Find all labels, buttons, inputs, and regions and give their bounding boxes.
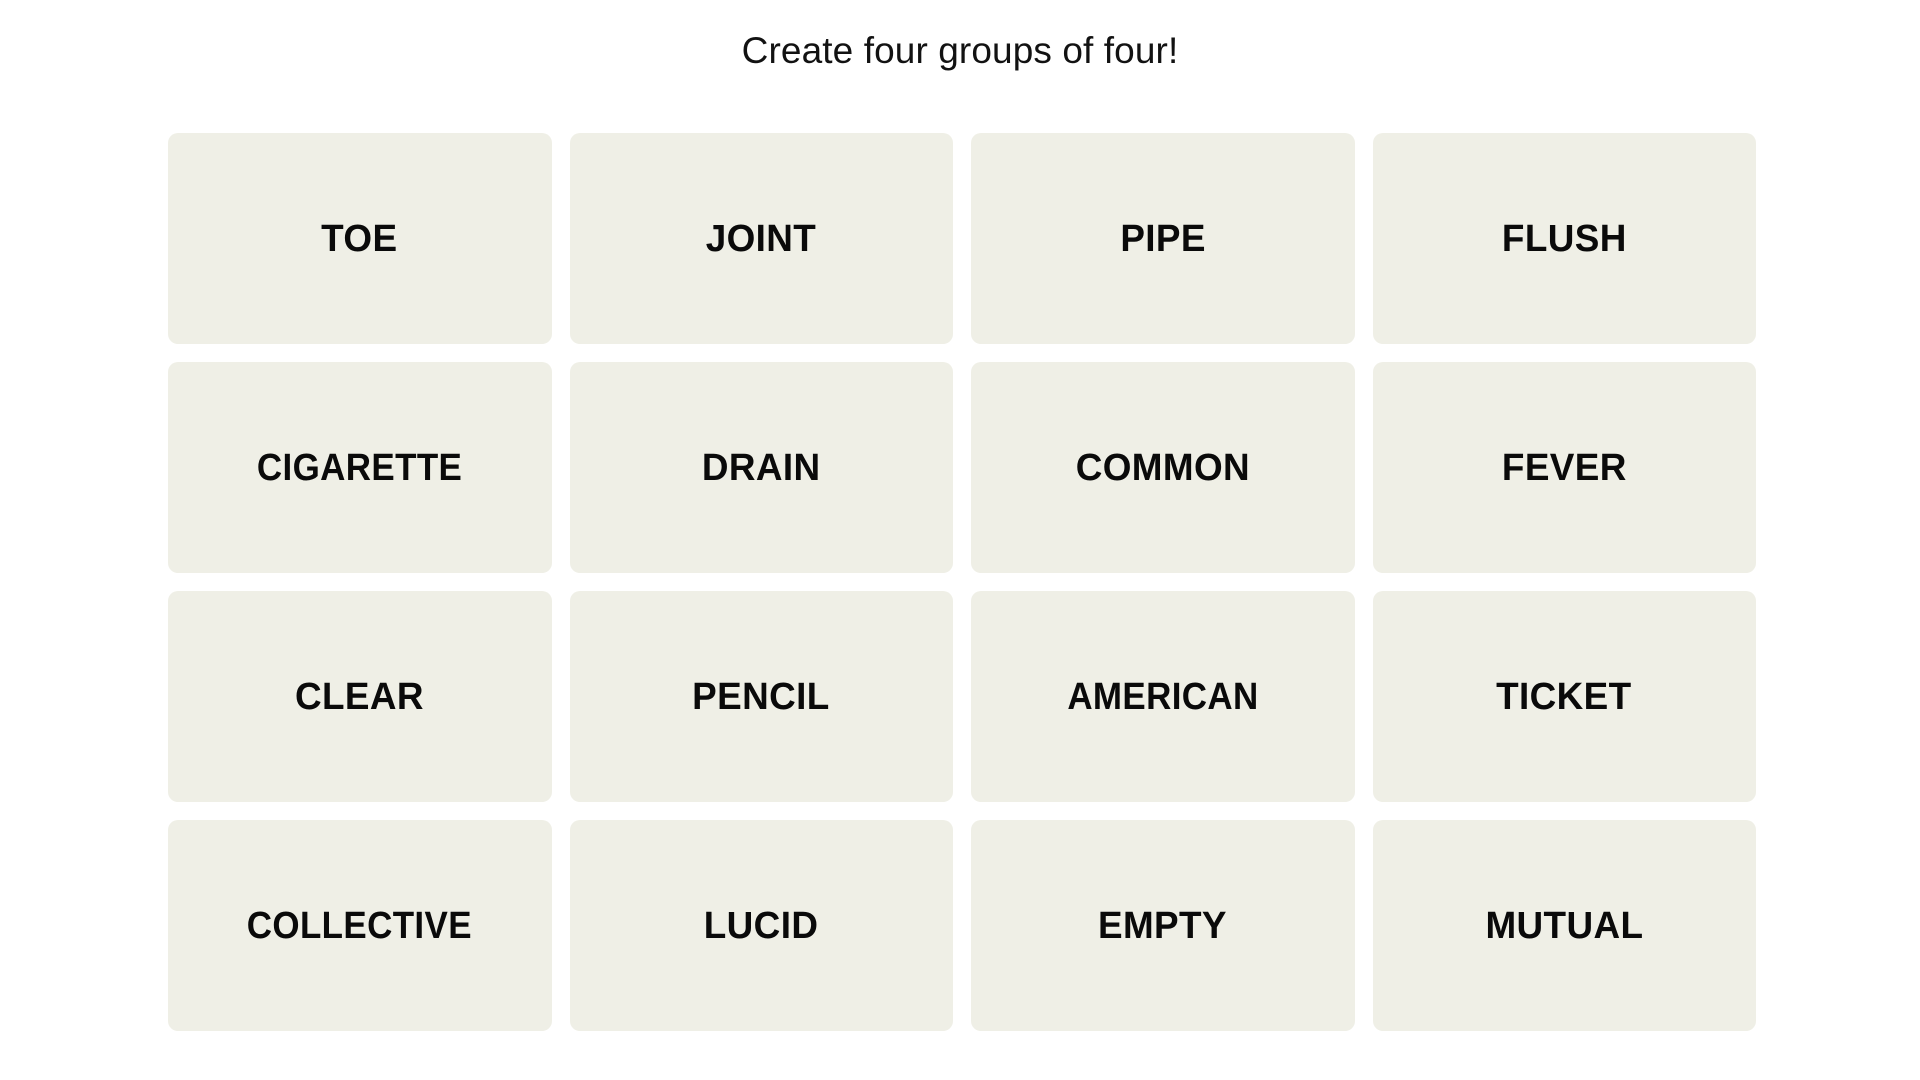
word-tile-1[interactable]: TOE	[168, 133, 552, 344]
word-tile-label: TOE	[321, 217, 398, 260]
word-tile-label: CIGARETTE	[257, 446, 463, 489]
word-tile-14[interactable]: LUCID	[569, 820, 953, 1031]
word-grid: TOE JOINT PIPE FLUSH CIGARETTE DRAIN COM…	[168, 133, 1756, 1031]
word-tile-11[interactable]: AMERICAN	[971, 591, 1355, 802]
page-title: Create four groups of four!	[741, 29, 1179, 71]
word-tile-label: LUCID	[703, 904, 819, 947]
word-tile-9[interactable]: CLEAR	[168, 591, 552, 802]
word-tile-5[interactable]: CIGARETTE	[168, 362, 552, 573]
word-tile-7[interactable]: COMMON	[971, 362, 1355, 573]
word-tile-label: PENCIL	[692, 675, 830, 718]
word-tile-4[interactable]: FLUSH	[1372, 133, 1756, 344]
word-tile-label: COMMON	[1075, 446, 1250, 489]
word-tile-12[interactable]: TICKET	[1372, 591, 1756, 802]
word-tile-15[interactable]: EMPTY	[971, 820, 1355, 1031]
instruction-header: Create four groups of four!	[0, 0, 1920, 100]
word-tile-label: COLLECTIVE	[247, 904, 473, 947]
word-tile-16[interactable]: MUTUAL	[1372, 820, 1756, 1031]
puzzle-page: Create four groups of four! TOE JOINT PI…	[0, 0, 1920, 1080]
word-tile-3[interactable]: PIPE	[971, 133, 1355, 344]
word-tile-6[interactable]: DRAIN	[569, 362, 953, 573]
word-tile-13[interactable]: COLLECTIVE	[168, 820, 552, 1031]
word-tile-label: AMERICAN	[1067, 675, 1259, 718]
word-tile-label: FLUSH	[1501, 217, 1627, 260]
word-tile-label: JOINT	[706, 217, 817, 260]
word-tile-label: DRAIN	[701, 446, 821, 489]
puzzle-board: TOE JOINT PIPE FLUSH CIGARETTE DRAIN COM…	[168, 133, 1756, 1031]
word-tile-8[interactable]: FEVER	[1372, 362, 1756, 573]
word-tile-label: TICKET	[1496, 675, 1632, 718]
word-tile-label: FEVER	[1501, 446, 1627, 489]
word-tile-10[interactable]: PENCIL	[569, 591, 953, 802]
word-tile-label: MUTUAL	[1485, 904, 1644, 947]
word-tile-2[interactable]: JOINT	[569, 133, 953, 344]
word-tile-label: CLEAR	[295, 675, 425, 718]
word-tile-label: EMPTY	[1098, 904, 1228, 947]
word-tile-label: PIPE	[1119, 217, 1206, 260]
